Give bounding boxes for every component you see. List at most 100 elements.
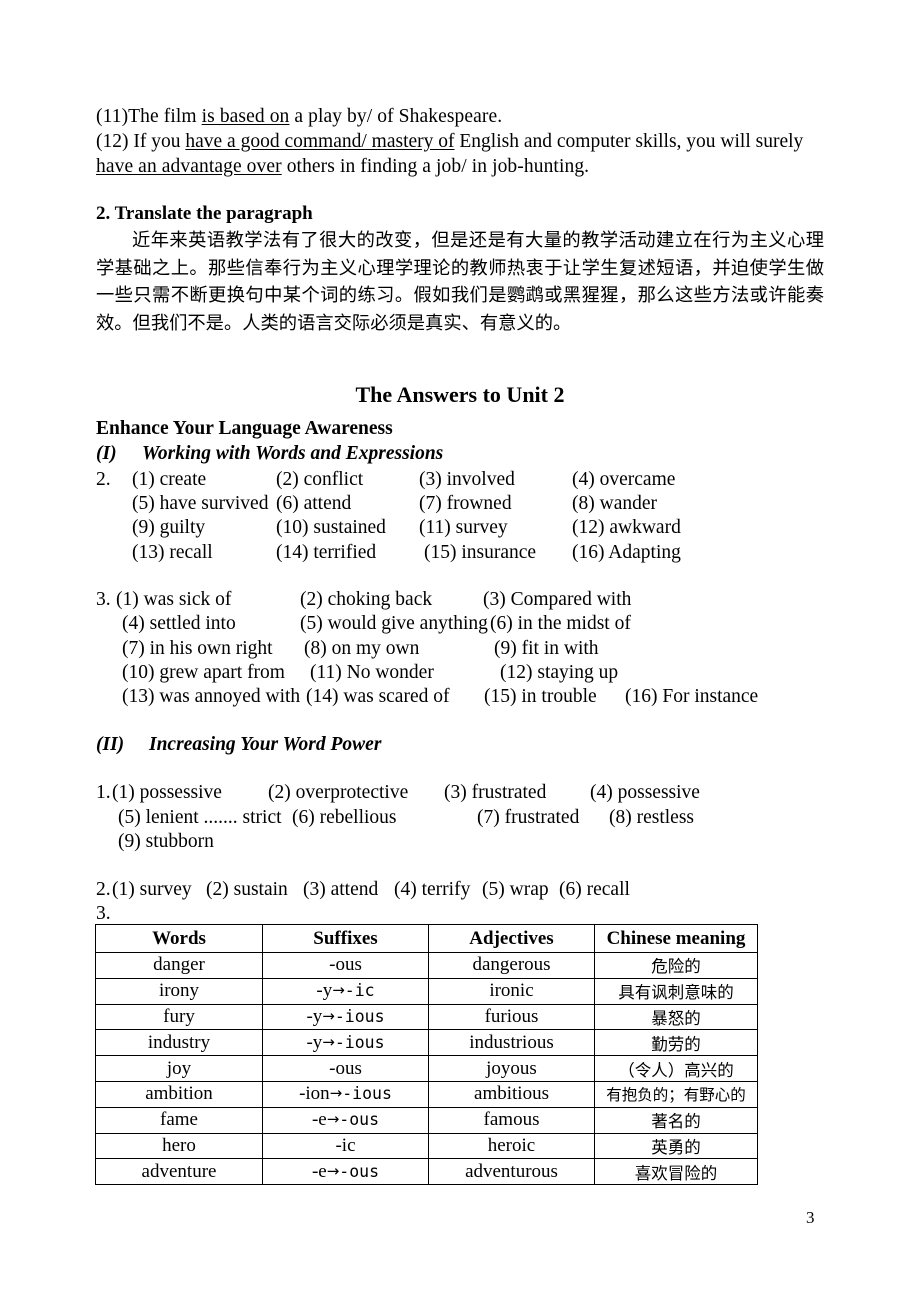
exercise-item-11: (11)The film is based on a play by/ of S… (96, 105, 502, 130)
item-12-text-after-2: others in finding a job/ in job-hunting. (281, 156, 590, 177)
table-row: adventure -e→-ous adventurous 喜欢冒险的 (95, 1158, 758, 1186)
exercise-3-row: (7) in his own right (8) on my own (9) fit… (96, 637, 599, 662)
answer-cell: (13) was annoyed with (122, 686, 301, 707)
table-body: danger -ous dangerous 危险的 irony -y→-ic i… (95, 952, 758, 1186)
item-12-text-after-1: English and computer skills, you will su… (454, 131, 804, 152)
answer-cell: (6) rebellious (292, 807, 397, 828)
page-title: The Answers to Unit 2 (355, 382, 565, 407)
answer-cell: (15) in trouble (484, 686, 597, 707)
part2-exercise-1-row: 1.(1) possessive (2) overprotective (3) fr… (96, 781, 700, 806)
subsection-heading-part-2: (II) Increasing Your Word Power (96, 733, 381, 757)
table-row: danger -ous dangerous 危险的 (95, 952, 758, 979)
part-1-label: Working with Words and Expressions (142, 443, 444, 464)
suffix-from: -y (306, 1031, 323, 1053)
answer-cell: (8) wander (572, 493, 657, 514)
answer-cell: (1) was sick of (116, 589, 232, 610)
table-row: joy -ous joyous （令人）高兴的 (95, 1055, 758, 1082)
exercise-2-row: (9) guilty (10) sustained (11) survey (12) … (96, 516, 681, 541)
answer-cell: (8) restless (609, 807, 695, 828)
suffix-to: -ous (339, 1161, 380, 1181)
cell-chinese: 喜欢冒险的 (594, 1158, 758, 1186)
answer-cell: (3) Compared with (483, 589, 632, 610)
answer-cell: (5) would give anything (300, 613, 488, 634)
answer-cell: (10) sustained (276, 517, 386, 538)
answer-cell: (3) attend (303, 879, 379, 900)
exercise-2-row: (5) have survived (6) attend (7) frowned (8… (96, 492, 657, 517)
answer-cell: (5) lenient ....... strict (118, 807, 282, 828)
answer-cell: (10) grew apart from (122, 662, 285, 683)
answer-cell: (3) involved (419, 469, 515, 490)
table-row: ambition -ion→-ious ambitious 有抱负的；有野心的 (95, 1080, 758, 1108)
arrow-icon: → (326, 1110, 340, 1129)
suffix-from: -y (306, 1005, 323, 1027)
cell-word: fury (95, 1003, 263, 1031)
exercise-3-row: (4) settled into (5) would give anything(… (96, 612, 631, 637)
table-row: fame -e→-ous famous 著名的 (95, 1106, 758, 1134)
answer-cell: (14) was scared of (306, 686, 450, 707)
cell-chinese: 著名的 (594, 1106, 758, 1134)
part2-exercise-1-number: 1. (96, 782, 111, 803)
table-row: industry -y→-ious industrious 勤劳的 (95, 1029, 758, 1057)
cell-adjective: ambitious (428, 1080, 595, 1108)
arrow-icon: → (332, 981, 345, 1000)
cell-suffix: -ous (262, 1055, 429, 1082)
cell-adjective: industrious (428, 1029, 595, 1057)
arrow-icon: → (326, 1161, 340, 1180)
cell-suffix: -y→-ious (262, 1029, 429, 1057)
exercise-item-12-line2: have an advantage over others in finding… (96, 155, 589, 180)
answer-cell: (2) choking back (300, 589, 433, 610)
column-header-chinese-meaning: Chinese meaning (594, 924, 758, 953)
item-11-number: (11) (96, 106, 129, 127)
item-11-text-before: The film (128, 106, 202, 127)
cell-adjective: furious (428, 1003, 595, 1031)
item-12-underlined-answer-2: have an advantage over (96, 156, 282, 177)
answer-cell: (3) frustrated (444, 782, 547, 803)
answer-cell: (2) conflict (276, 469, 364, 490)
cell-adjective: heroic (428, 1132, 595, 1160)
answer-cell: (6) recall (559, 879, 630, 900)
answer-cell: (4) terrify (394, 879, 471, 900)
item-11-text-after: a play by/ of Shakespeare. (289, 106, 503, 127)
part2-exercise-2-number: 2. (96, 879, 111, 900)
cell-word: ambition (95, 1080, 263, 1108)
cell-adjective: dangerous (428, 952, 595, 979)
exercise-2-number: 2. (96, 469, 111, 490)
answer-cell: (7) frustrated (477, 807, 580, 828)
cell-suffix: -e→-ous (262, 1106, 429, 1134)
cell-word: irony (95, 977, 263, 1005)
answer-cell: (4) settled into (122, 613, 236, 634)
suffix-to: -ious (334, 1006, 385, 1026)
item-11-underlined-answer: is based on (201, 106, 290, 127)
cell-suffix: -ous (262, 952, 429, 979)
arrow-icon: → (329, 1084, 343, 1103)
subsection-heading-part-1: (I) Working with Words and Expressions (96, 442, 443, 466)
cell-suffix: -ic (262, 1132, 429, 1160)
suffix-from: -ous (329, 1057, 362, 1079)
chinese-translation-paragraph: 近年来英语教学法有了很大的改变，但是还是有大量的教学活动建立在行为主义心理学基础… (96, 230, 824, 334)
cell-chinese: （令人）高兴的 (594, 1055, 758, 1082)
answer-cell: (4) overcame (572, 469, 676, 490)
cell-suffix: -ion→-ious (262, 1080, 429, 1108)
suffix-to: -ous (339, 1110, 380, 1130)
answer-cell: (2) overprotective (268, 782, 409, 803)
exercise-3-row: (10) grew apart from (11) No wonder (12) s… (96, 661, 618, 686)
answer-cell: (16) For instance (625, 686, 759, 707)
part-1-numeral: (I) (96, 443, 117, 464)
answer-cell: (9) fit in with (494, 638, 599, 659)
column-header-suffixes: Suffixes (262, 924, 429, 953)
answer-cell: (7) frowned (419, 493, 512, 514)
exercise-item-12-line1: (12) If you have a good command/ mastery… (96, 130, 822, 155)
item-12-text-before: If you (133, 131, 186, 152)
answer-cell: (7) in his own right (122, 638, 273, 659)
answer-cell: (5) wrap (482, 879, 549, 900)
column-header-words: Words (95, 924, 263, 953)
part2-exercise-3-number: 3. (96, 903, 111, 924)
arrow-icon: → (322, 1032, 335, 1051)
answer-cell: (11) survey (419, 517, 508, 538)
cell-word: joy (95, 1055, 263, 1082)
suffix-to: -ious (334, 1032, 385, 1052)
exercise-3-number: 3. (96, 589, 111, 610)
cell-chinese: 有抱负的；有野心的 (594, 1080, 758, 1108)
answer-cell: (9) stubborn (118, 831, 214, 852)
answer-cell: (8) on my own (304, 638, 420, 659)
